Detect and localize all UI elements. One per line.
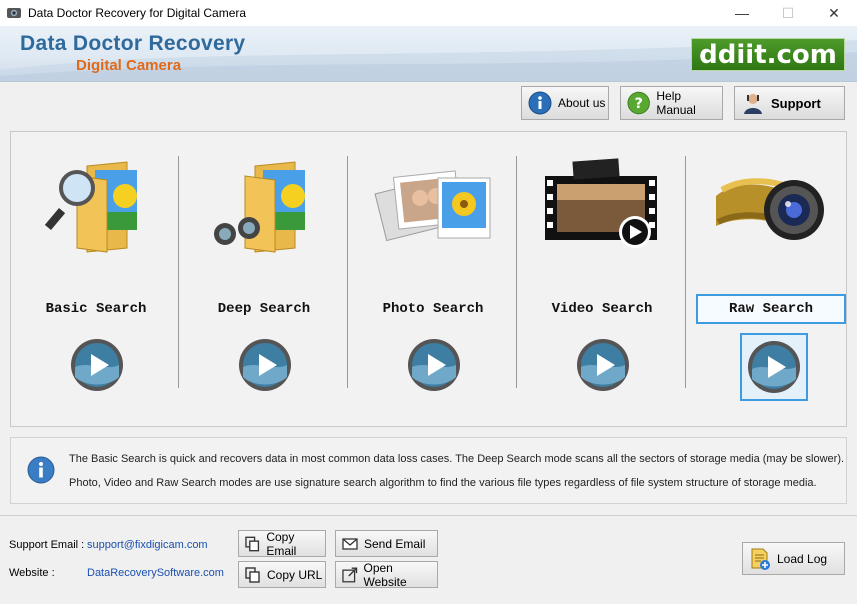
support-button[interactable]: Support — [734, 86, 845, 120]
search-mode-basic[interactable]: Basic Search — [11, 132, 179, 428]
film-strip-icon — [545, 158, 657, 248]
header-banner: Data Doctor Recovery Digital Camera ddii… — [0, 26, 857, 82]
copy-url-button[interactable]: Copy URL — [238, 561, 326, 588]
website-link[interactable]: DataRecoverySoftware.com — [87, 567, 224, 579]
maximize-button[interactable]: ☐ — [765, 0, 811, 26]
support-email-label: Support Email : — [9, 539, 85, 551]
info-text-line-2: Photo, Video and Raw Search modes are us… — [69, 477, 817, 489]
info-text-line-1: The Basic Search is quick and recovers d… — [69, 453, 845, 465]
help-manual-button[interactable]: ? Help Manual — [620, 86, 723, 120]
about-us-label: About us — [558, 96, 606, 110]
info-icon — [528, 91, 552, 115]
title-bar: Data Doctor Recovery for Digital Camera … — [0, 0, 857, 26]
support-email-link[interactable]: support@fixdigicam.com — [87, 539, 208, 551]
minimize-button[interactable]: — — [719, 0, 765, 26]
video-search-label[interactable]: Video Search — [527, 294, 677, 324]
window-title: Data Doctor Recovery for Digital Camera — [28, 6, 247, 20]
footer-separator — [0, 515, 857, 516]
window-controls: — ☐ ✕ — [719, 0, 857, 26]
info-icon — [27, 456, 55, 484]
video-search-play-button[interactable] — [575, 337, 631, 393]
copy-icon — [245, 536, 260, 551]
folder-binoculars-icon — [214, 161, 305, 253]
search-mode-raw[interactable]: Raw Search — [686, 132, 854, 428]
close-button[interactable]: ✕ — [811, 0, 857, 26]
help-manual-label: Help Manual — [656, 89, 696, 117]
svg-text:?: ? — [634, 95, 642, 112]
send-email-button[interactable]: Send Email — [335, 530, 438, 557]
basic-search-play-button[interactable] — [69, 337, 125, 393]
photos-icon — [374, 170, 491, 242]
raw-search-play-button[interactable] — [740, 333, 808, 401]
copy-email-button[interactable]: Copy Email — [238, 529, 326, 558]
support-person-icon — [744, 94, 762, 114]
photo-search-play-button[interactable] — [406, 337, 462, 393]
about-us-button[interactable]: About us — [521, 86, 609, 120]
copy-icon — [245, 566, 260, 583]
app-icon — [7, 8, 21, 18]
deep-search-label[interactable]: Deep Search — [189, 294, 339, 324]
camera-lens-icon — [716, 178, 824, 240]
copy-url-label: Copy URL — [267, 567, 323, 582]
site-logo[interactable]: ddiit.com — [691, 38, 845, 71]
copy-email-label: Copy Email — [266, 529, 297, 558]
brand-subtitle: Digital Camera — [76, 57, 182, 74]
external-link-icon — [342, 567, 358, 582]
brand-title: Data Doctor Recovery — [20, 32, 246, 55]
open-website-label: Open Website — [363, 560, 407, 589]
load-log-button[interactable]: Load Log — [742, 542, 845, 575]
envelope-icon — [342, 537, 358, 550]
info-box: The Basic Search is quick and recovers d… — [10, 437, 847, 504]
basic-search-label[interactable]: Basic Search — [21, 294, 171, 324]
folder-magnifier-icon — [44, 161, 137, 253]
question-icon: ? — [627, 91, 650, 115]
search-mode-photo[interactable]: Photo Search — [348, 132, 516, 428]
deep-search-play-button[interactable] — [237, 337, 293, 393]
search-mode-deep[interactable]: Deep Search — [179, 132, 347, 428]
search-mode-panel: Basic Search Deep Search Photo Search Vi… — [10, 131, 847, 427]
website-label: Website : — [9, 567, 55, 579]
open-website-button[interactable]: Open Website — [335, 560, 438, 589]
search-mode-video[interactable]: Video Search — [517, 132, 685, 428]
send-email-label: Send Email — [364, 536, 426, 551]
support-label: Support — [771, 95, 821, 111]
load-log-icon — [751, 548, 770, 570]
load-log-label: Load Log — [777, 551, 828, 566]
photo-search-label[interactable]: Photo Search — [358, 294, 508, 324]
raw-search-label[interactable]: Raw Search — [696, 294, 846, 324]
